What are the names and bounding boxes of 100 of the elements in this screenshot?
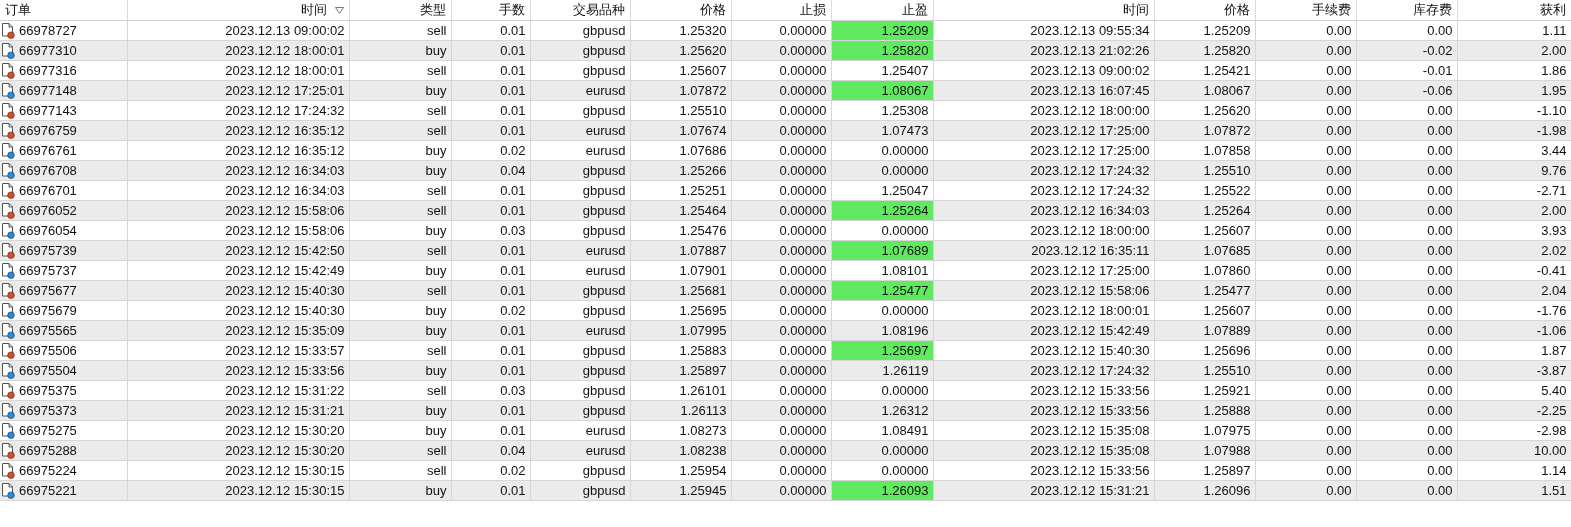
- order-number: 66976708: [19, 163, 77, 178]
- order-number: 66975375: [19, 383, 77, 398]
- table-cell: 0.00000: [731, 260, 831, 281]
- table-cell: 0.00000: [731, 180, 831, 201]
- table-cell: 0.00: [1356, 100, 1457, 121]
- order-number: 66975679: [19, 303, 77, 318]
- table-cell: 0.00000: [731, 100, 831, 121]
- table-cell: 0.00000: [731, 340, 831, 361]
- order-number: 66975373: [19, 403, 77, 418]
- column-header[interactable]: 止盈: [831, 0, 933, 21]
- table-cell: 0.00: [1356, 180, 1457, 201]
- table-cell: 0.00: [1255, 20, 1356, 41]
- table-cell: gbpusd: [530, 460, 630, 481]
- table-cell: 2023.12.12 15:33:56: [933, 460, 1154, 481]
- table-cell: gbpusd: [530, 300, 630, 321]
- table-cell: 0.00: [1255, 180, 1356, 201]
- column-header[interactable]: 获利: [1457, 0, 1571, 21]
- order-number: 66977143: [19, 103, 77, 118]
- table-cell: 0.01: [451, 260, 530, 281]
- table-cell: 0.00: [1356, 140, 1457, 161]
- table-cell: 0.00: [1255, 460, 1356, 481]
- table-cell: 0.00000: [731, 20, 831, 41]
- column-header[interactable]: 手数: [451, 0, 530, 21]
- order-number: 66975506: [19, 343, 77, 358]
- table-cell: 1.25883: [630, 340, 731, 361]
- table-cell: -2.71: [1457, 180, 1571, 201]
- order-number: 66975737: [19, 263, 77, 278]
- table-cell: 1.25695: [630, 300, 731, 321]
- table-cell: sell: [349, 100, 451, 121]
- table-cell: 1.25047: [831, 180, 933, 201]
- table-cell: 1.07858: [1154, 140, 1255, 161]
- table-cell: 1.25897: [1154, 460, 1255, 481]
- table-cell: 1.14: [1457, 460, 1571, 481]
- table-cell: buy: [349, 140, 451, 161]
- table-cell: 2023.12.12 16:35:12: [127, 140, 349, 161]
- table-cell: 1.25421: [1154, 60, 1255, 81]
- table-cell: 0.00: [1356, 20, 1457, 41]
- table-cell: 0.00: [1356, 340, 1457, 361]
- table-cell: gbpusd: [530, 20, 630, 41]
- table-cell: 2023.12.12 15:40:30: [127, 300, 349, 321]
- order-number: 66976701: [19, 183, 77, 198]
- table-cell: 2023.12.12 15:33:57: [127, 340, 349, 361]
- table-cell: 1.25607: [1154, 300, 1255, 321]
- column-header[interactable]: 止损: [731, 0, 831, 21]
- order-number: 66976761: [19, 143, 77, 158]
- table-cell: 2023.12.12 17:25:00: [933, 140, 1154, 161]
- column-header[interactable]: 时间: [933, 0, 1154, 21]
- table-cell: gbpusd: [530, 220, 630, 241]
- column-header[interactable]: 价格: [630, 0, 731, 21]
- column-header[interactable]: 价格: [1154, 0, 1255, 21]
- table-cell: 0.00000: [731, 420, 831, 441]
- column-header[interactable]: 时间: [127, 0, 349, 21]
- order-number: 66975288: [19, 443, 77, 458]
- order-number: 66975739: [19, 243, 77, 258]
- column-header[interactable]: 库存费: [1356, 0, 1457, 21]
- table-cell: 0.02: [451, 140, 530, 161]
- table-cell: 2023.12.12 15:33:56: [933, 380, 1154, 401]
- table-cell: 1.25954: [630, 460, 731, 481]
- table-cell: eurusd: [530, 140, 630, 161]
- table-cell: 0.03: [451, 380, 530, 401]
- table-cell: 0.00: [1255, 340, 1356, 361]
- table-cell: 2023.12.12 15:31:22: [127, 380, 349, 401]
- table-cell: sell: [349, 340, 451, 361]
- column-header[interactable]: 类型: [349, 0, 451, 21]
- table-cell: 1.07686: [630, 140, 731, 161]
- table-cell: 0.00000: [731, 220, 831, 241]
- order-number: 66977148: [19, 83, 77, 98]
- table-cell: sell: [349, 20, 451, 41]
- table-cell: 2023.12.12 15:30:20: [127, 420, 349, 441]
- order-number: 66977310: [19, 43, 77, 58]
- table-cell: 0.00000: [831, 220, 933, 241]
- table-cell: 0.01: [451, 340, 530, 361]
- table-cell: 1.86: [1457, 60, 1571, 81]
- column-header[interactable]: 交易品种: [530, 0, 630, 21]
- table-cell: 1.07975: [1154, 420, 1255, 441]
- table-cell: 0.00: [1255, 380, 1356, 401]
- order-number: 66977316: [19, 63, 77, 78]
- table-cell: 0.01: [451, 100, 530, 121]
- table-cell: 0.01: [451, 20, 530, 41]
- table-cell: 1.25251: [630, 180, 731, 201]
- table-cell: 1.11: [1457, 20, 1571, 41]
- table-cell: gbpusd: [530, 380, 630, 401]
- order-number: 66975565: [19, 323, 77, 338]
- table-cell: sell: [349, 380, 451, 401]
- order-number: 66976054: [19, 223, 77, 238]
- table-cell: 1.25620: [1154, 100, 1255, 121]
- table-cell: 1.25607: [630, 60, 731, 81]
- table-cell: 2023.12.12 15:30:15: [127, 460, 349, 481]
- order-number: 66976052: [19, 203, 77, 218]
- table-cell: 1.87: [1457, 340, 1571, 361]
- table-cell: 2023.12.12 17:24:32: [127, 100, 349, 121]
- table-cell: 0.00: [1255, 140, 1356, 161]
- table-cell: -2.98: [1457, 420, 1571, 441]
- table-cell: 3.93: [1457, 220, 1571, 241]
- table-cell: 1.25607: [1154, 220, 1255, 241]
- table-cell: 1.25476: [630, 220, 731, 241]
- table-cell: 2023.12.12 18:00:00: [933, 220, 1154, 241]
- order-number: 66975275: [19, 423, 77, 438]
- table-cell: 0.00000: [731, 460, 831, 481]
- column-header[interactable]: 手续费: [1255, 0, 1356, 21]
